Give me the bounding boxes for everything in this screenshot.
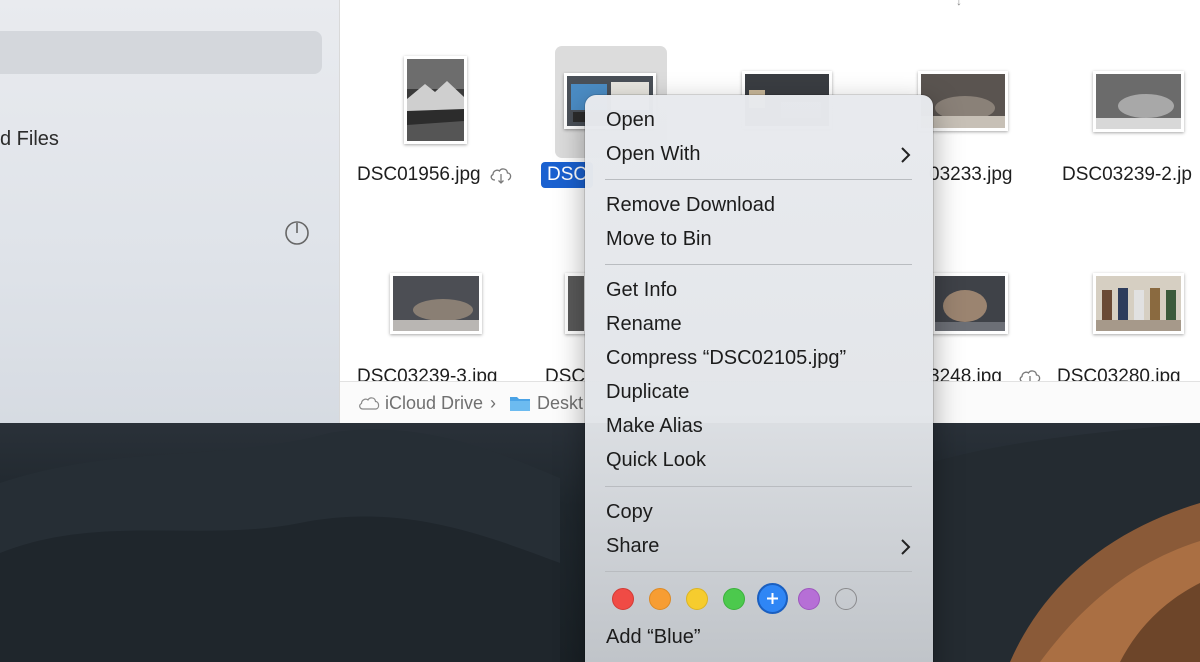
file-name: 03233.jpg — [929, 164, 1013, 185]
menu-item-compress[interactable]: Compress “DSC02105.jpg” — [606, 347, 846, 370]
file-thumbnail[interactable] — [404, 56, 467, 144]
file-thumbnail[interactable] — [565, 273, 587, 334]
tag-green-button[interactable] — [723, 588, 745, 610]
file-name: DSC03239-2.jp — [1062, 164, 1192, 185]
menu-item-move-to-bin[interactable]: Move to Bin — [606, 228, 712, 251]
storage-progress-icon[interactable] — [284, 220, 310, 246]
folder-icon — [510, 397, 530, 411]
tag-orange-button[interactable] — [649, 588, 671, 610]
sidebar-search-field[interactable] — [0, 31, 322, 74]
sidebar: d Files — [0, 0, 340, 423]
menu-item-duplicate[interactable]: Duplicate — [606, 381, 689, 404]
menu-item-quick-look[interactable]: Quick Look — [606, 449, 706, 472]
chevron-right-icon — [901, 147, 911, 163]
menu-item-rename[interactable]: Rename — [606, 313, 682, 336]
cloud-download-icon[interactable] — [489, 166, 513, 184]
menu-item-open-with[interactable]: Open With — [606, 143, 700, 166]
menu-item-get-info[interactable]: Get Info — [606, 279, 677, 302]
chevron-right-icon — [901, 539, 911, 555]
menu-item-remove-download[interactable]: Remove Download — [606, 194, 775, 217]
tag-gray-button[interactable] — [835, 588, 857, 610]
icloud-icon — [359, 397, 380, 410]
tag-blue-button[interactable] — [757, 583, 788, 614]
menu-separator — [605, 486, 912, 487]
path-desktop[interactable]: Deskt — [537, 393, 583, 414]
tag-red-button[interactable] — [612, 588, 634, 610]
sidebar-item-files[interactable]: d Files — [0, 128, 59, 151]
scroll-down-arrow-icon[interactable]: ↓ — [956, 0, 962, 8]
file-name: DSC01956.jpg — [357, 164, 481, 185]
file-thumbnail[interactable] — [932, 273, 1008, 334]
tag-purple-button[interactable] — [798, 588, 820, 610]
tag-yellow-button[interactable] — [686, 588, 708, 610]
menu-item-add-tag[interactable]: Add “Blue” — [606, 626, 701, 649]
menu-item-open[interactable]: Open — [606, 109, 655, 132]
file-thumbnail[interactable] — [390, 273, 482, 334]
plus-icon — [767, 593, 778, 604]
sidebar-divider — [339, 0, 340, 423]
path-separator: › — [490, 393, 496, 413]
path-icloud-drive[interactable]: iCloud Drive — [385, 393, 483, 414]
menu-item-copy[interactable]: Copy — [606, 501, 653, 524]
file-thumbnail[interactable] — [1093, 71, 1184, 132]
file-thumbnail[interactable] — [1093, 273, 1184, 334]
menu-separator — [605, 264, 912, 265]
menu-item-share[interactable]: Share — [606, 535, 659, 558]
menu-separator — [605, 179, 912, 180]
context-menu: Open Open With Remove Download Move to B… — [585, 95, 933, 662]
menu-item-make-alias[interactable]: Make Alias — [606, 415, 703, 438]
menu-separator — [605, 571, 912, 572]
